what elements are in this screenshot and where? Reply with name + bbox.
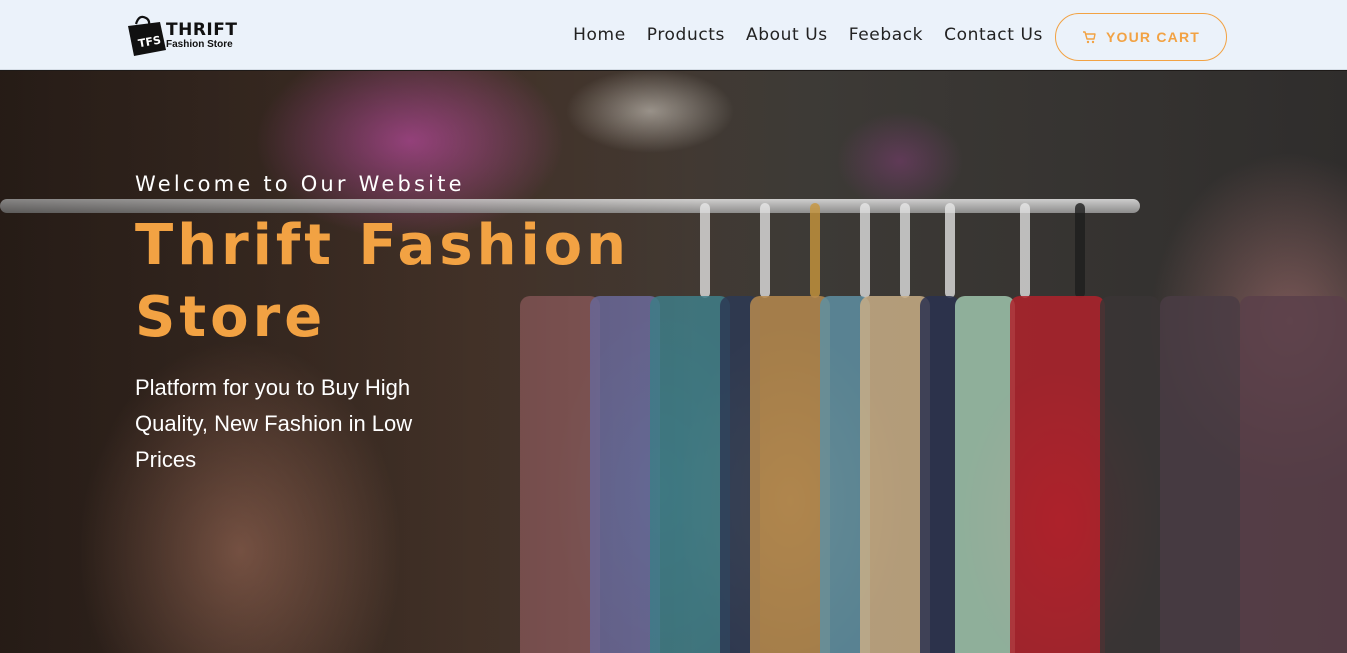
hero-content: Welcome to Our Website Thrift Fashion St… [135,170,695,478]
navbar: TFS THRIFT Fashion Store Home Products A… [0,0,1347,70]
hanger [760,203,770,298]
hero-subtitle: Welcome to Our Website [135,172,465,196]
hero-banner: Welcome to Our Website Thrift Fashion St… [0,71,1347,653]
nav-link-about-us[interactable]: About Us [746,25,828,45]
shopping-bag-logo-icon: TFS [128,15,166,56]
garment [1240,296,1347,653]
garment [955,296,1015,653]
hanger [900,203,910,298]
hanger [1020,203,1030,298]
hanger [1075,203,1085,298]
nav-link-contact-us[interactable]: Contact Us [944,25,1043,45]
brand-name-line2: Fashion Store [166,39,233,50]
garment [750,296,830,653]
hanger [700,203,710,298]
hero-title: Thrift Fashion Store [135,213,631,350]
nav-link-products[interactable]: Products [647,25,725,45]
hanger [810,203,820,298]
brand-name-line1: THRIFT [166,20,238,40]
cart-icon [1082,30,1096,43]
brand-name: THRIFT Fashion Store [166,22,237,50]
nav-link-feedback[interactable]: Feeback [849,25,923,45]
hero-description: Platform for you to Buy High Quality, Ne… [135,375,413,472]
main-nav: Home Products About Us Feeback Contact U… [573,0,1043,70]
brand-logo[interactable]: TFS THRIFT Fashion Store [122,14,252,56]
hanger [945,203,955,298]
hanger [860,203,870,298]
garment [1010,296,1105,653]
nav-link-home[interactable]: Home [573,25,626,45]
garment [1100,296,1160,653]
your-cart-button[interactable]: YOUR CART [1055,13,1227,61]
garment [1160,296,1240,653]
garment [920,296,960,653]
your-cart-label: YOUR CART [1105,29,1201,45]
